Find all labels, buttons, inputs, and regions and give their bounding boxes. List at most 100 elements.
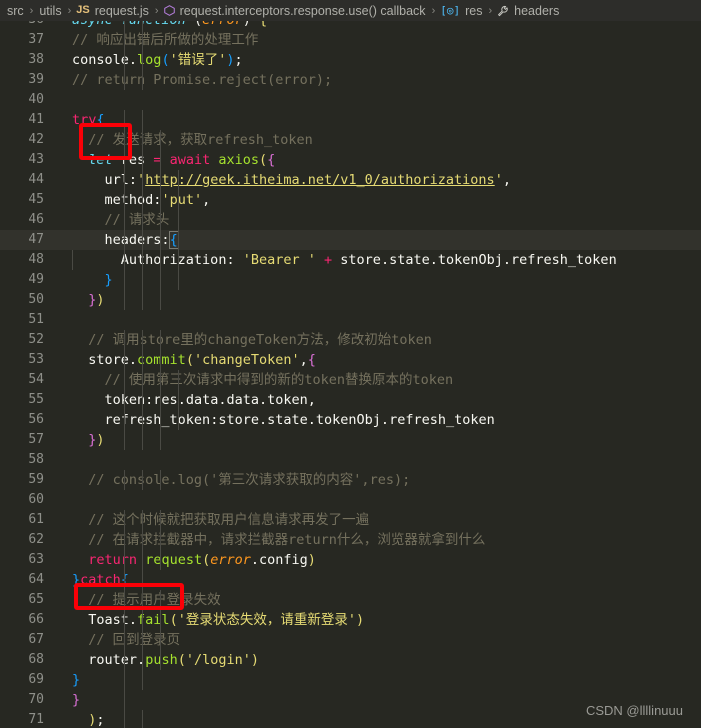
code-line[interactable]: 37 // 响应出错后所做的处理工作 — [0, 30, 701, 50]
breadcrumb-separator: › — [29, 4, 34, 17]
indent-guide — [124, 390, 125, 410]
method-symbol-icon — [163, 5, 175, 16]
indent-guide — [142, 470, 143, 490]
code-text: // 响应出错后所做的处理工作 — [72, 30, 259, 50]
code-line[interactable]: 67 // 回到登录页 — [0, 630, 701, 650]
code-line[interactable]: 36async function (error) { — [0, 21, 701, 30]
code-text: console.log('错误了'); — [72, 50, 243, 70]
code-line[interactable]: 54 // 使用第三次请求中得到的新的token替换原本的token — [0, 370, 701, 390]
indent-guide — [124, 190, 125, 210]
code-text: // 调用store里的changeToken方法，修改初始token — [88, 330, 432, 350]
line-number: 45 — [28, 192, 44, 207]
code-line[interactable]: 41 try{ — [0, 110, 701, 130]
code-text: }) — [60, 290, 701, 310]
indent-guide — [142, 50, 143, 70]
breadcrumb-item-request-js[interactable]: JS request.js — [76, 4, 150, 18]
indent-guide — [124, 710, 125, 728]
indent-guide — [124, 70, 125, 90]
line-number: 51 — [28, 312, 44, 327]
code-line[interactable]: 40 — [0, 90, 701, 110]
object-symbol-icon: [◎] — [440, 4, 461, 17]
indent-guide — [142, 330, 143, 350]
code-text: Toast.fail('登录状态失效，请重新登录') — [88, 610, 365, 630]
breadcrumb-item-headers[interactable]: headers — [497, 4, 560, 18]
code-line[interactable]: 39 // return Promise.reject(error); — [0, 70, 701, 90]
code-text: return request(error.config) — [88, 550, 316, 570]
indent-guide — [142, 570, 143, 590]
code-text: }catch{ — [60, 570, 701, 590]
code-line[interactable]: 51 — [0, 310, 701, 330]
indent-guide — [160, 210, 161, 230]
code-line[interactable]: 58 — [0, 450, 701, 470]
code-text: try{ — [60, 110, 701, 130]
line-number: 70 — [28, 692, 44, 707]
code-line[interactable]: 44 url:'http://geek.itheima.net/v1_0/aut… — [0, 170, 701, 190]
breadcrumb[interactable]: src › utils › JS request.js › request.in… — [0, 0, 701, 21]
property-symbol-icon — [497, 5, 509, 17]
code-line[interactable]: 46 // 请求头 — [0, 210, 701, 230]
code-line[interactable]: 61 // 这个时候就把获取用户信息请求再发了一遍 — [0, 510, 701, 530]
code-line[interactable]: 60 — [0, 490, 701, 510]
indent-guide — [142, 710, 143, 728]
code-text: router.push('/login') — [88, 650, 260, 670]
indent-guide — [124, 470, 125, 490]
indent-guide — [142, 610, 143, 630]
line-number: 50 — [28, 292, 44, 307]
code-line[interactable]: 49 } — [0, 270, 701, 290]
line-number: 52 — [28, 332, 44, 347]
js-file-icon: JS — [76, 4, 90, 16]
code-line[interactable]: 62 // 在请求拦截器中，请求拦截器return什么，浏览器就拿到什么 — [0, 530, 701, 550]
code-line[interactable]: 63 return request(error.config) — [0, 550, 701, 570]
line-number: 56 — [28, 412, 44, 427]
code-line[interactable]: 45 method:'put', — [0, 190, 701, 210]
code-line[interactable]: 48 Authorization: 'Bearer ' + store.stat… — [0, 250, 701, 270]
code-line[interactable]: 55 token:res.data.data.token, — [0, 390, 701, 410]
indent-guide — [142, 630, 143, 650]
indent-guide — [142, 410, 143, 430]
breadcrumb-item-res[interactable]: [◎] res — [440, 4, 483, 18]
code-line[interactable]: 69} — [0, 670, 701, 690]
indent-guide — [160, 170, 161, 190]
code-line[interactable]: 47 headers:{ — [0, 230, 701, 250]
indent-guide — [124, 510, 125, 530]
code-editor[interactable]: 36async function (error) {37 // 响应出错后所做的处… — [0, 21, 701, 728]
code-lines-container[interactable]: 36async function (error) {37 // 响应出错后所做的处… — [0, 21, 701, 728]
code-line[interactable]: 43 let res = await axios({ — [0, 150, 701, 170]
line-number: 66 — [28, 612, 44, 627]
code-line[interactable]: 53 store.commit('changeToken',{ — [0, 350, 701, 370]
breadcrumb-item-callback[interactable]: request.interceptors.response.use() call… — [163, 3, 427, 18]
code-line[interactable]: 64 }catch{ — [0, 570, 701, 590]
indent-guide — [160, 410, 161, 430]
line-number: 71 — [28, 712, 44, 727]
code-line[interactable]: 56 refresh_token:store.state.tokenObj.re… — [0, 410, 701, 430]
indent-guide — [142, 430, 143, 450]
code-line[interactable]: 66 Toast.fail('登录状态失效，请重新登录') — [0, 610, 701, 630]
code-line[interactable]: 68 router.push('/login') — [0, 650, 701, 670]
line-number: 59 — [28, 472, 44, 487]
indent-guide — [142, 110, 143, 130]
indent-guide — [142, 370, 143, 390]
code-line[interactable]: 52 // 调用store里的changeToken方法，修改初始token — [0, 330, 701, 350]
code-line[interactable]: 42 // 发送请求，获取refresh_token — [0, 130, 701, 150]
code-text: token:res.data.data.token, — [60, 390, 701, 410]
indent-guide — [142, 530, 143, 550]
line-number: 42 — [28, 132, 44, 147]
breadcrumb-label: request.interceptors.response.use() call… — [179, 3, 426, 18]
line-number: 64 — [28, 572, 44, 587]
indent-guide — [124, 130, 125, 150]
breadcrumb-separator: › — [67, 4, 72, 17]
indent-guide — [142, 650, 143, 670]
indent-guide — [124, 150, 125, 170]
breadcrumb-item-utils[interactable]: utils — [38, 4, 62, 18]
code-line[interactable]: 38 console.log('错误了'); — [0, 50, 701, 70]
code-line[interactable]: 65 // 提示用户登录失效 — [0, 590, 701, 610]
code-line[interactable]: 50 }) — [0, 290, 701, 310]
indent-guide — [178, 250, 179, 270]
code-line[interactable]: 59 // console.log('第三次请求获取的内容',res); — [0, 470, 701, 490]
indent-guide — [124, 590, 125, 610]
code-text: // console.log('第三次请求获取的内容',res); — [88, 470, 411, 490]
code-line[interactable]: 57 }) — [0, 430, 701, 450]
line-number: 67 — [28, 632, 44, 647]
indent-guide — [124, 21, 125, 30]
breadcrumb-item-src[interactable]: src — [6, 4, 25, 18]
